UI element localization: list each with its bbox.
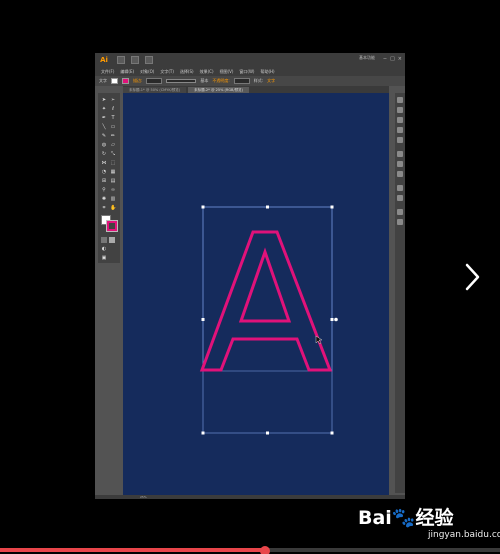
progress-scrubber[interactable] — [260, 546, 270, 554]
stroke-weight-field[interactable] — [146, 78, 163, 84]
menu-file[interactable]: 文件(F) — [101, 69, 114, 75]
arrange-documents-button[interactable] — [131, 56, 139, 64]
gradient-mode-icon[interactable] — [109, 237, 115, 243]
magic-wand-tool-icon[interactable]: ✦ — [101, 106, 107, 112]
graphic-styles-panel-icon[interactable] — [397, 195, 403, 201]
artwork-svg — [199, 205, 338, 435]
column-graph-tool-icon[interactable]: ▥ — [110, 196, 116, 202]
eraser-tool-icon[interactable]: ▱ — [110, 142, 116, 148]
workspace-switcher[interactable]: 基本功能 — [359, 55, 375, 61]
menu-effect[interactable]: 效果(C) — [200, 69, 214, 75]
symbols-panel-icon[interactable] — [397, 137, 403, 143]
pen-tool-icon[interactable]: ✒ — [101, 115, 107, 121]
lasso-tool-icon[interactable]: ℓ — [110, 106, 116, 112]
title-bar: Ai 基本功能 − □ × — [95, 53, 405, 67]
gpu-button[interactable] — [145, 56, 153, 64]
paintbrush-tool-icon[interactable]: ✎ — [101, 133, 107, 139]
gradient-panel-icon[interactable] — [397, 161, 403, 167]
mesh-tool-icon[interactable]: ⊞ — [101, 178, 107, 184]
menu-help[interactable]: 帮助(H) — [260, 69, 274, 75]
opacity-label[interactable]: 不透明度: — [212, 78, 229, 84]
illustrator-window: Ai 基本功能 − □ × 文件(F) 编辑(E) 对象(O) 文字(T) 选择… — [95, 53, 405, 499]
stroke-label[interactable]: 描边: — [133, 78, 142, 84]
blob-brush-tool-icon[interactable]: ◍ — [101, 142, 107, 148]
video-progress-bar[interactable] — [0, 546, 500, 554]
gradient-tool-icon[interactable]: ▤ — [110, 178, 116, 184]
menu-edit[interactable]: 编辑(E) — [120, 69, 134, 75]
control-bar: 文字 描边: 基本 不透明度: 样式: 文字 — [95, 76, 405, 86]
layers-panel-icon[interactable] — [397, 209, 403, 215]
stroke-color-icon[interactable] — [106, 220, 118, 232]
shape-builder-tool-icon[interactable]: ◔ — [101, 169, 107, 175]
panel-dock — [395, 93, 405, 493]
width-tool-icon[interactable]: ⋈ — [101, 160, 107, 166]
color-mode-icon[interactable] — [101, 237, 107, 243]
baidu-jingyan-watermark: Bai🐾经验 jingyan.baidu.com — [358, 503, 500, 547]
brush-style-label: 基本 — [200, 78, 209, 83]
center-point-handle[interactable] — [334, 317, 338, 322]
menu-view[interactable]: 视图(V) — [220, 69, 234, 75]
maximize-icon[interactable]: □ — [390, 56, 395, 62]
type-panel-label[interactable]: 文字 — [267, 78, 275, 84]
perspective-grid-tool-icon[interactable]: ▦ — [110, 169, 116, 175]
selection-tool-icon[interactable]: ➤ — [101, 97, 107, 103]
appearance-panel-icon[interactable] — [397, 185, 403, 191]
close-icon[interactable]: × — [398, 56, 402, 62]
fill-swatch[interactable] — [111, 78, 118, 84]
line-tool-icon[interactable]: ╲ — [101, 124, 107, 130]
brushes-panel-icon[interactable] — [397, 127, 403, 133]
progress-fill — [0, 548, 265, 552]
bridge-button[interactable] — [117, 56, 125, 64]
swatches-panel-icon[interactable] — [397, 117, 403, 123]
document-tabs: 未标题-1* @ 50% (CMYK/预览) 未标题-2* @ 25% (RGB… — [123, 86, 389, 93]
eyedropper-tool-icon[interactable]: ⚲ — [101, 187, 107, 193]
color-panel-icon[interactable] — [397, 97, 403, 103]
menu-bar: 文件(F) 编辑(E) 对象(O) 文字(T) 选择(S) 效果(C) 视图(V… — [95, 67, 405, 76]
pencil-tool-icon[interactable]: ✏ — [110, 133, 116, 139]
artboard-canvas[interactable] — [123, 93, 389, 495]
style-button[interactable]: 样式: — [254, 78, 263, 84]
tools-panel: ➤ ➢ ✦ ℓ ✒ T ╲ ▭ ✎ ✏ ◍ ▱ ↻ ⤡ ⋈ ⬚ ◔ ▦ ⊞ ▤ … — [98, 93, 120, 263]
status-bar: 25% — [95, 495, 405, 499]
stroke-panel-icon[interactable] — [397, 151, 403, 157]
artboards-panel-icon[interactable] — [397, 219, 403, 225]
video-player-frame: Ai 基本功能 − □ × 文件(F) 编辑(E) 对象(O) 文字(T) 选择… — [0, 0, 500, 554]
menu-select[interactable]: 选择(S) — [180, 69, 194, 75]
opacity-field[interactable] — [233, 78, 250, 84]
blend-tool-icon[interactable]: ∞ — [110, 187, 116, 193]
fill-stroke-widget — [101, 215, 121, 233]
artboard-tool-icon[interactable]: ⌗ — [101, 205, 107, 211]
screen-mode-icon[interactable]: ▣ — [101, 255, 107, 261]
stroke-swatch[interactable] — [122, 78, 129, 84]
object-type-label: 文字 — [99, 78, 107, 83]
rotate-tool-icon[interactable]: ↻ — [101, 151, 107, 157]
hand-tool-icon[interactable]: ✋ — [110, 205, 116, 211]
menu-window[interactable]: 窗口(W) — [239, 69, 254, 75]
rectangle-tool-icon[interactable]: ▭ — [110, 124, 116, 130]
transparency-panel-icon[interactable] — [397, 171, 403, 177]
scale-tool-icon[interactable]: ⤡ — [110, 151, 116, 157]
color-guide-panel-icon[interactable] — [397, 107, 403, 113]
menu-type[interactable]: 文字(T) — [160, 69, 174, 75]
zoom-level[interactable]: 25% — [140, 495, 147, 499]
symbol-sprayer-tool-icon[interactable]: ✺ — [101, 196, 107, 202]
watermark-url: jingyan.baidu.com — [428, 530, 500, 540]
draw-mode-icon[interactable]: ◐ — [101, 246, 107, 252]
direct-selection-tool-icon[interactable]: ➢ — [110, 97, 116, 103]
watermark-logo: Bai🐾经验 — [358, 507, 454, 529]
window-controls: − □ × — [383, 56, 402, 62]
menu-object[interactable]: 对象(O) — [140, 69, 154, 75]
app-logo: Ai — [100, 56, 108, 64]
free-transform-tool-icon[interactable]: ⬚ — [110, 160, 116, 166]
minimize-icon[interactable]: − — [383, 56, 387, 62]
letter-a-outline[interactable] — [199, 230, 333, 372]
chevron-right-icon[interactable] — [464, 263, 480, 291]
type-tool-icon[interactable]: T — [110, 115, 116, 121]
brush-definition-field[interactable] — [166, 79, 197, 83]
